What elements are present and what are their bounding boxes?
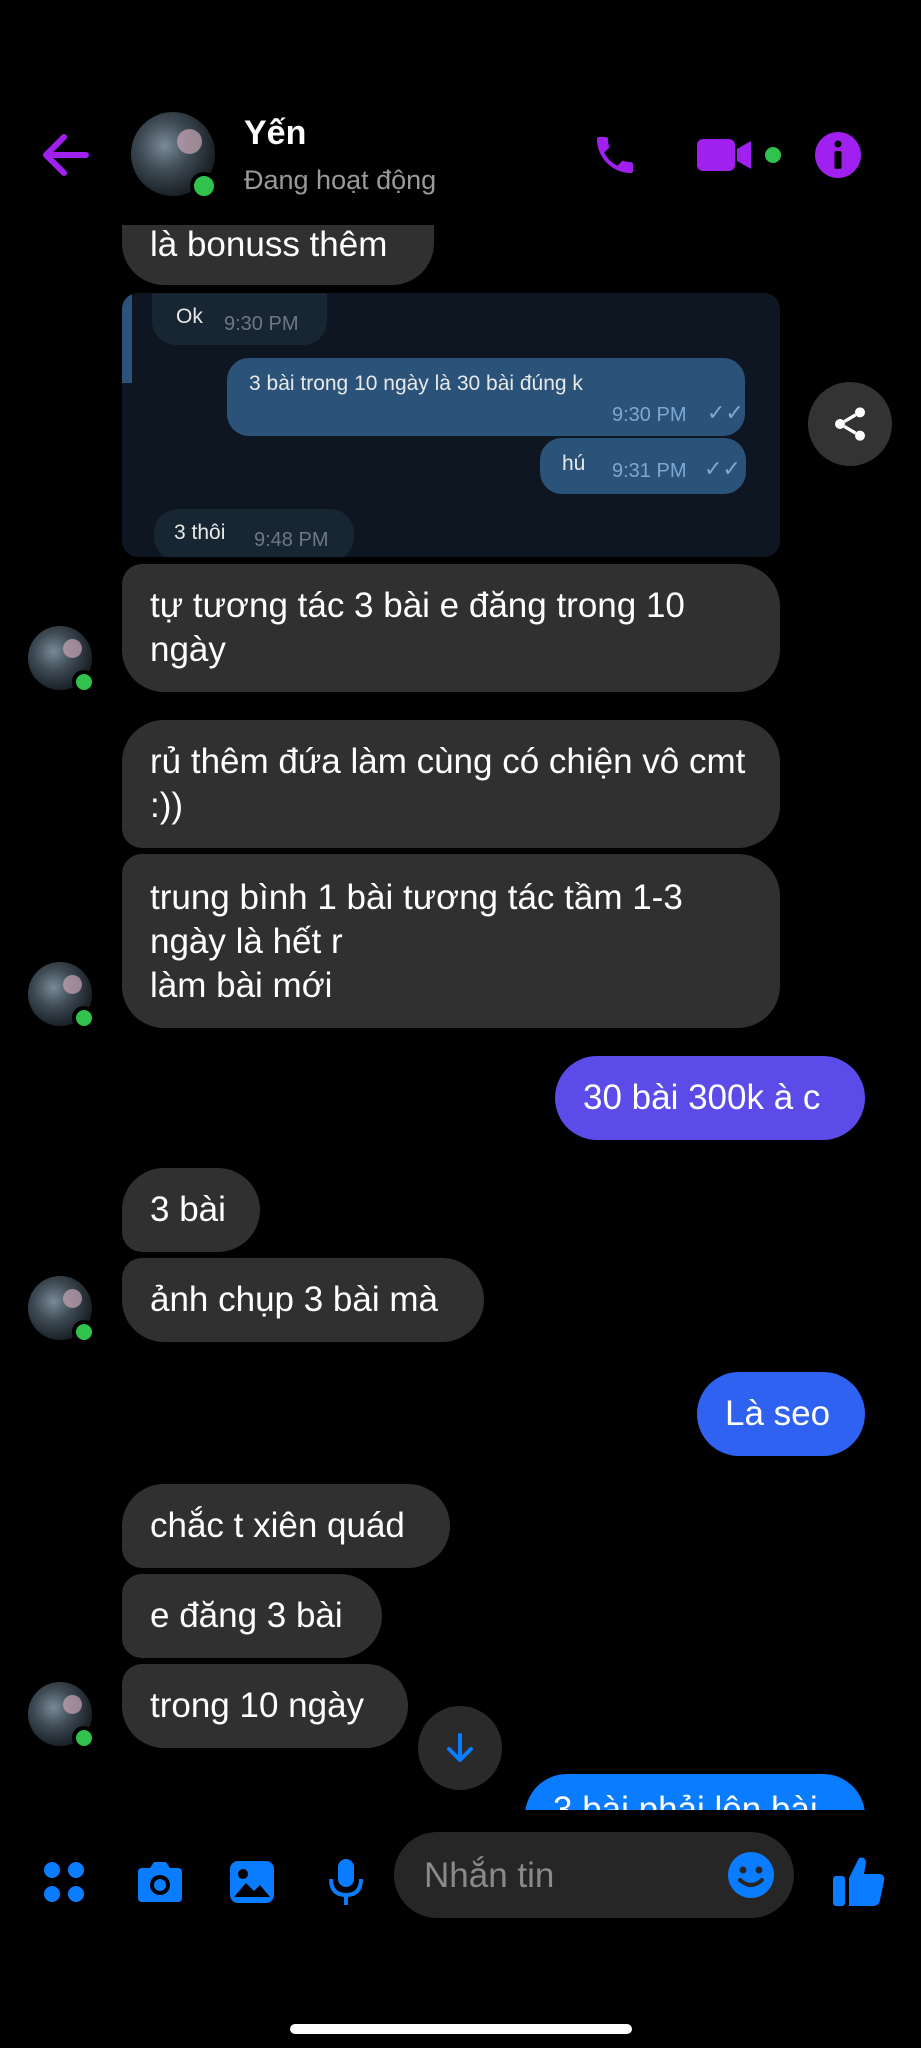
contact-name[interactable]: Yến bbox=[244, 114, 306, 153]
online-indicator bbox=[72, 1006, 96, 1030]
camera-icon bbox=[138, 1862, 182, 1902]
microphone-icon bbox=[329, 1859, 363, 1905]
arrow-down-icon bbox=[447, 1733, 473, 1762]
message-bubble[interactable]: chắc t xiên quád bbox=[122, 1484, 450, 1568]
back-arrow-icon bbox=[43, 134, 89, 176]
screenshot-sent-bubble: 3 bài trong 10 ngày là 30 bài đúng k 9:3… bbox=[227, 358, 745, 436]
apps-icon bbox=[44, 1862, 84, 1902]
phone-icon bbox=[597, 137, 633, 173]
message-bubble[interactable]: trong 10 ngày bbox=[122, 1664, 408, 1748]
composer-bar: ::placeholder { color:#8a8a8a; } bbox=[0, 1810, 921, 2048]
home-indicator bbox=[290, 2024, 632, 2034]
online-indicator bbox=[72, 1726, 96, 1750]
video-active-dot bbox=[765, 147, 781, 163]
video-call-button[interactable] bbox=[692, 125, 784, 185]
video-camera-icon bbox=[697, 139, 751, 171]
voice-button[interactable] bbox=[318, 1854, 374, 1910]
chat-header: Yến Đang hoạt động bbox=[0, 0, 921, 225]
message-bubble[interactable]: 3 bài bbox=[122, 1168, 260, 1252]
message-bubble[interactable]: e đăng 3 bài bbox=[122, 1574, 382, 1658]
apps-button[interactable] bbox=[36, 1854, 92, 1910]
contact-status: Đang hoạt động bbox=[244, 165, 437, 195]
back-button[interactable] bbox=[30, 120, 100, 190]
message-bubble[interactable]: trung bình 1 bài tương tác tầm 1-3 ngày … bbox=[122, 854, 780, 1028]
shared-screenshot-image[interactable]: Ok 9:30 PM 3 bài trong 10 ngày là 30 bài… bbox=[122, 293, 780, 557]
scroll-to-bottom-button[interactable] bbox=[418, 1706, 502, 1790]
double-check-icon: ✓✓ bbox=[704, 456, 741, 481]
screenshot-received-bubble: Ok 9:30 PM bbox=[152, 293, 327, 345]
screenshot-received-bubble: 3 thôi 9:48 PM bbox=[154, 509, 354, 557]
share-button[interactable] bbox=[808, 382, 892, 466]
outgoing-message-bubble[interactable]: 30 bài 300k à c bbox=[555, 1056, 865, 1140]
message-bubble[interactable]: rủ thêm đứa làm cùng có chiện vô cmt :)) bbox=[122, 720, 780, 848]
emoji-button[interactable] bbox=[724, 1848, 778, 1902]
message-bubble[interactable]: ảnh chụp 3 bài mà bbox=[122, 1258, 484, 1342]
camera-button[interactable] bbox=[130, 1854, 190, 1910]
online-indicator bbox=[190, 172, 218, 200]
thumbs-up-icon bbox=[833, 1857, 885, 1906]
outgoing-message-bubble[interactable]: 3 bài phải lên bài bbox=[525, 1774, 865, 1810]
outgoing-message-bubble[interactable]: Là seo bbox=[697, 1372, 865, 1456]
like-button[interactable] bbox=[824, 1850, 894, 1912]
message-bubble[interactable]: là bonuss thêm bbox=[122, 215, 434, 285]
message-input[interactable] bbox=[394, 1832, 794, 1918]
outgoing-message-partial-clip: 3 bài phải lên bài bbox=[525, 1774, 865, 1810]
gallery-button[interactable] bbox=[222, 1854, 282, 1910]
share-icon bbox=[835, 407, 865, 441]
info-icon bbox=[815, 132, 861, 178]
message-text-field[interactable] bbox=[422, 1850, 696, 1902]
message-bubble[interactable]: tự tương tác 3 bài e đăng trong 10 ngày bbox=[122, 564, 780, 692]
double-check-icon: ✓✓ bbox=[707, 400, 744, 425]
call-button[interactable] bbox=[580, 125, 650, 185]
emoji-icon bbox=[728, 1852, 774, 1898]
info-button[interactable] bbox=[808, 125, 868, 185]
online-indicator bbox=[72, 1320, 96, 1344]
online-indicator bbox=[72, 670, 96, 694]
gallery-icon bbox=[230, 1861, 274, 1903]
screenshot-left-bar bbox=[122, 293, 132, 383]
screenshot-sent-bubble: hú 9:31 PM ✓✓ bbox=[540, 438, 746, 494]
